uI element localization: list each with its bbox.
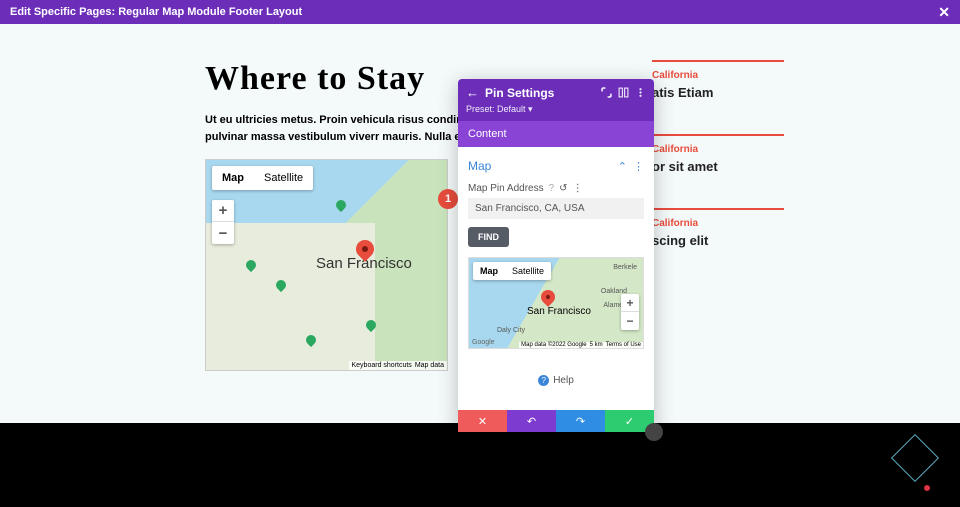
card-location: California (652, 218, 784, 229)
map-tab-satellite[interactable]: Satellite (254, 166, 313, 190)
map-zoom-control: + − (212, 200, 234, 244)
chevron-up-icon[interactable]: ⌃ (618, 160, 627, 173)
minimap-city-berkeley: Berkele (613, 264, 637, 271)
section-map-toggle[interactable]: Map ⌃ ⋮ (468, 159, 644, 173)
minimap-type-tabs: Map Satellite (473, 262, 551, 280)
back-arrow-icon[interactable]: ← (466, 85, 479, 100)
cancel-button[interactable]: ✕ (458, 410, 507, 432)
field-more-icon[interactable]: ⋮ (573, 183, 582, 194)
main-map[interactable]: Map Satellite + − San Francisco Keyboard… (205, 159, 448, 371)
preset-label[interactable]: Preset: Default ▾ (466, 104, 646, 115)
close-icon[interactable]: ✕ (938, 4, 950, 21)
card-item[interactable]: California atis Etiam (652, 60, 784, 116)
find-button[interactable]: FIND (468, 227, 509, 247)
address-label: Map Pin Address (468, 183, 544, 194)
modal-title: Pin Settings (485, 86, 595, 100)
card-title: or sit amet (652, 159, 784, 174)
help-badge-icon: ? (538, 375, 549, 386)
minimap-city-label: San Francisco (527, 306, 591, 317)
edit-page-topbar: Edit Specific Pages: Regular Map Module … (0, 0, 960, 24)
field-label-row: Map Pin Address ? ↺ ⋮ (468, 183, 644, 194)
card-item[interactable]: California or sit amet (652, 134, 784, 190)
topbar-title: Edit Specific Pages: Regular Map Module … (10, 6, 302, 18)
minimap-zoom-out[interactable]: − (621, 312, 639, 330)
step-badge-1: 1 (438, 189, 458, 209)
map-attribution: Keyboard shortcuts Map data (349, 361, 448, 370)
help-link[interactable]: ?Help (468, 369, 644, 400)
card-location: California (652, 70, 784, 81)
minimap-zoom-in[interactable]: + (621, 294, 639, 312)
section-label: Map (468, 159, 491, 173)
expand-icon[interactable] (601, 87, 612, 98)
resize-handle[interactable] (645, 423, 663, 441)
map-shortcuts-link[interactable]: Keyboard shortcuts (352, 362, 412, 369)
notification-dot-icon (924, 485, 930, 491)
page-canvas: Where to Stay Ut eu ultricies metus. Pro… (0, 24, 960, 423)
minimap-attribution: Map data ©2022 Google 5 km Terms of Use (519, 342, 643, 348)
minimap-tab-satellite[interactable]: Satellite (505, 262, 551, 280)
section-more-icon[interactable]: ⋮ (633, 160, 644, 173)
side-cards: California atis Etiam California or sit … (652, 60, 784, 282)
google-logo: Google (472, 339, 495, 346)
card-location: California (652, 144, 784, 155)
card-item[interactable]: California scing elit (652, 208, 784, 264)
minimap-zoom-control: + − (621, 294, 639, 330)
reset-icon[interactable]: ↺ (559, 183, 567, 194)
undo-button[interactable]: ↶ (507, 410, 556, 432)
map-tab-map[interactable]: Map (212, 166, 254, 190)
card-title: atis Etiam (652, 85, 784, 100)
map-data-label: Map data (415, 362, 444, 369)
card-title: scing elit (652, 233, 784, 248)
diamond-icon (891, 434, 939, 482)
address-input[interactable]: San Francisco, CA, USA (468, 198, 644, 219)
tab-content[interactable]: Content (458, 121, 654, 147)
zoom-out-button[interactable]: − (212, 222, 234, 244)
minimap-tab-map[interactable]: Map (473, 262, 505, 280)
snap-icon[interactable] (618, 87, 629, 98)
more-icon[interactable] (635, 87, 646, 98)
zoom-in-button[interactable]: + (212, 200, 234, 222)
map-type-tabs: Map Satellite (212, 166, 313, 190)
pin-settings-modal: ← Pin Settings Preset: Default ▾ Content… (458, 79, 654, 432)
redo-button[interactable]: ↷ (556, 410, 605, 432)
modal-header: ← Pin Settings Preset: Default ▾ (458, 79, 654, 121)
mini-map[interactable]: Map Satellite San Francisco Berkele Oakl… (468, 257, 644, 349)
modal-footer: ✕ ↶ ↷ ✓ (458, 410, 654, 432)
minimap-city-daly: Daly City (497, 327, 525, 334)
bottom-panel (0, 423, 960, 507)
help-icon[interactable]: ? (549, 183, 555, 194)
